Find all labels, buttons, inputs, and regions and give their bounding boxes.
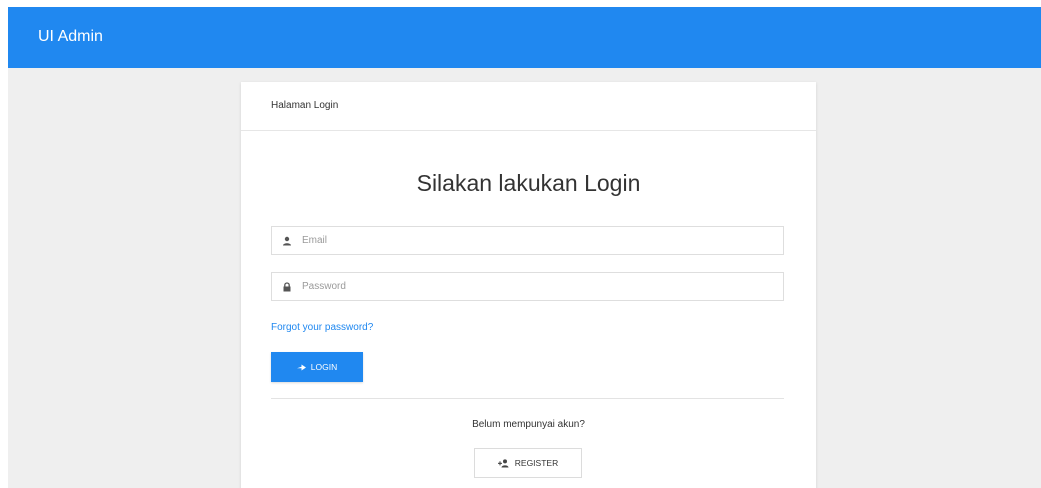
login-card: Halaman Login Silakan lakukan Login Forg…	[241, 82, 816, 488]
email-field[interactable]	[271, 226, 784, 255]
card-header-title: Halaman Login	[271, 100, 339, 111]
login-button-label: LOGIN	[310, 362, 338, 372]
no-account-text: Belum mempunyai akun?	[472, 419, 585, 430]
register-button-label: REGISTER	[514, 458, 559, 468]
divider	[271, 398, 784, 399]
register-button[interactable]: REGISTER	[474, 448, 582, 478]
arrow-right-icon	[296, 364, 306, 370]
user-add-icon	[497, 458, 509, 467]
card-header: Halaman Login	[241, 82, 816, 131]
lock-icon	[283, 282, 291, 292]
password-field[interactable]	[271, 272, 784, 301]
login-button[interactable]: LOGIN	[271, 352, 363, 382]
email-input[interactable]	[302, 227, 777, 254]
brand-title[interactable]: UI Admin	[38, 27, 103, 47]
app-frame: UI Admin Halaman Login Silakan lakukan L…	[8, 7, 1041, 488]
forgot-password-link[interactable]: Forgot your password?	[271, 322, 373, 333]
login-heading: Silakan lakukan Login	[416, 170, 641, 196]
password-input[interactable]	[302, 273, 777, 300]
user-icon	[283, 236, 291, 246]
top-navbar: UI Admin	[8, 7, 1041, 68]
